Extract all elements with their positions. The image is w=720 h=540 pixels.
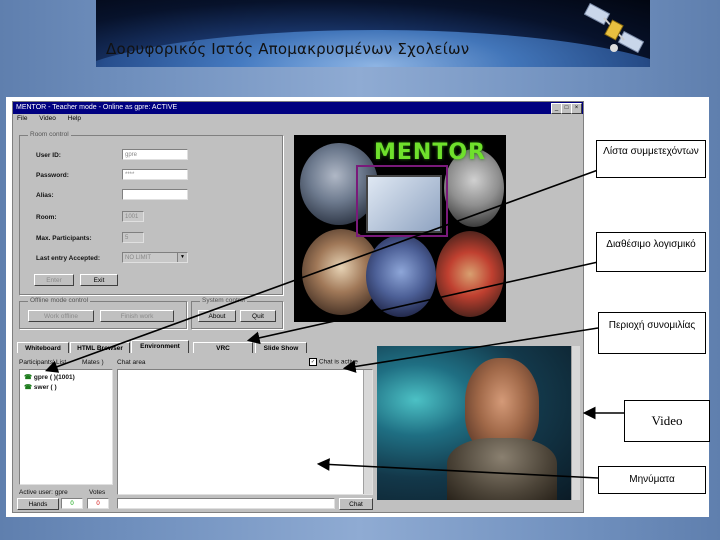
callout-participants-list: Λίστα συμμετεχόντων (596, 140, 706, 178)
callout-messages: Μηνύματα (598, 466, 706, 494)
arrow-chat (342, 327, 599, 373)
arrow-participants (44, 169, 599, 373)
arrow-software (246, 261, 599, 345)
callout-video: Video (624, 400, 710, 442)
callout-chat-area: Περιοχή συνομιλίας (598, 312, 706, 354)
callout-software: Διαθέσιμο λογισμικό (596, 232, 706, 272)
arrow-messages (316, 458, 599, 479)
